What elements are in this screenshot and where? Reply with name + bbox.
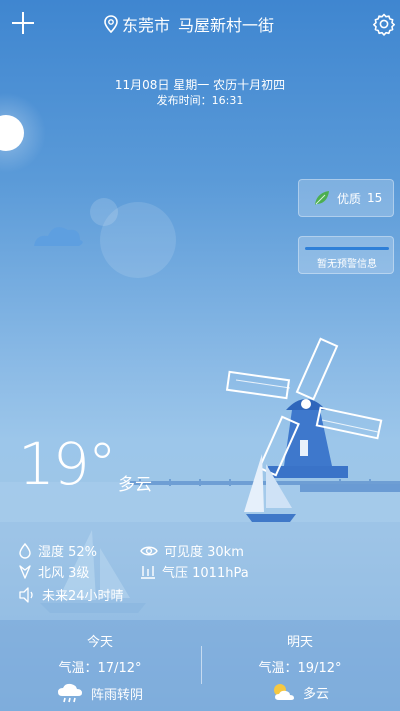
- current-condition: 多云: [118, 475, 152, 495]
- humidity-item: 湿度 52%: [18, 541, 97, 560]
- wind-item: 北风 3级: [18, 562, 89, 581]
- warning-text: 暂无预警信息: [317, 259, 377, 270]
- current-temperature: 19°: [18, 430, 117, 498]
- air-quality-label: 优质: [337, 191, 362, 206]
- leaf-icon: [315, 191, 329, 205]
- speaker-icon: [19, 586, 33, 603]
- pressure-text: 气压 1011hPa: [162, 566, 249, 581]
- date-line: 11月08日 星期一 农历十月初四: [114, 78, 286, 92]
- warning-card[interactable]: 暂无预警信息: [298, 236, 394, 274]
- pressure-item: 气压 1011hPa: [140, 562, 249, 581]
- forecast-note-text: 未来24小时晴: [42, 589, 124, 604]
- today-weather: 阵雨转阴: [90, 687, 143, 703]
- street-name: 马屋新村一街: [178, 16, 275, 35]
- air-quality-card[interactable]: 优质 15: [298, 179, 394, 217]
- tomorrow-weather: 多云: [302, 686, 329, 702]
- visibility-item: 可见度 30km: [140, 541, 244, 560]
- eye-icon: [140, 546, 158, 555]
- partly-cloudy-icon: [273, 684, 294, 700]
- today-temp: 气温：17/12°: [58, 661, 142, 676]
- settings-button[interactable]: [372, 12, 396, 36]
- today-weather-row: 阵雨转阴: [0, 682, 200, 704]
- visibility-text: 可见度 30km: [164, 545, 244, 560]
- tomorrow-weather-row: 多云: [200, 682, 400, 702]
- warning-bar: [305, 247, 389, 250]
- tomorrow-title: 明天: [286, 635, 313, 650]
- wind-direction-icon: [19, 564, 31, 579]
- location-selector[interactable]: 东莞市 马屋新村一街: [104, 12, 274, 36]
- publish-time: 发布时间：16:31: [156, 94, 244, 107]
- rain-cloud-icon: [57, 683, 82, 703]
- forecast-note-item[interactable]: 未来24小时晴: [18, 585, 124, 604]
- air-quality-value: 15: [367, 191, 383, 205]
- city-name: 东莞市: [122, 16, 171, 35]
- today-forecast[interactable]: 今天 气温：17/12° 阵雨转阴: [0, 631, 200, 704]
- tomorrow-temp: 气温：19/12°: [258, 661, 342, 676]
- add-city-button[interactable]: [10, 10, 36, 36]
- today-title: 今天: [86, 635, 113, 650]
- humidity-text: 湿度 52%: [38, 545, 98, 560]
- gear-icon: [373, 13, 395, 36]
- tomorrow-forecast[interactable]: 明天 气温：19/12° 多云: [200, 631, 400, 702]
- location-pin-icon: [104, 15, 118, 33]
- pressure-icon: [141, 565, 155, 579]
- droplet-icon: [19, 542, 31, 559]
- wind-text: 北风 3级: [38, 566, 90, 581]
